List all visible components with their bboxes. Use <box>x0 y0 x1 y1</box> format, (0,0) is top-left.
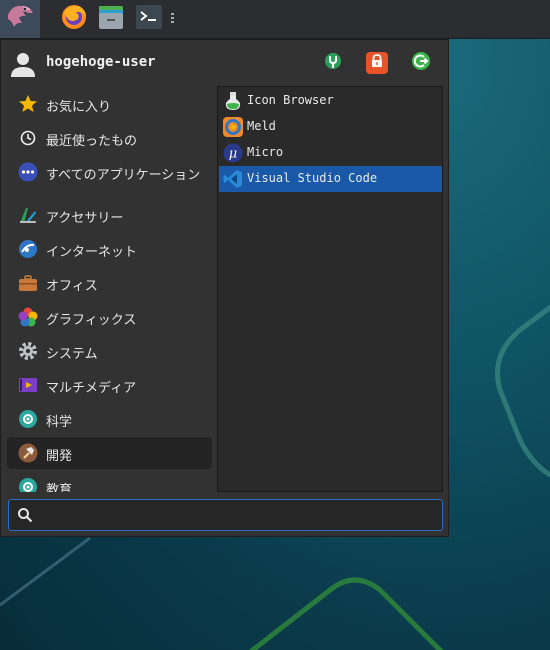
file-manager-launcher[interactable] <box>95 3 127 35</box>
logout-icon <box>411 51 431 75</box>
category-multimedia[interactable]: マルチメディア <box>7 369 212 401</box>
app-micro[interactable]: μ Micro <box>219 140 442 166</box>
micro-icon: μ <box>223 143 243 163</box>
whisker-menu-button[interactable] <box>0 0 40 38</box>
category-development[interactable]: 開発 <box>7 437 212 469</box>
app-icon-browser[interactable]: Icon Browser <box>219 88 442 114</box>
settings-button[interactable] <box>322 52 344 74</box>
category-graphics[interactable]: グラフィックス <box>7 301 212 333</box>
category-education[interactable]: 教育 <box>7 471 212 492</box>
category-science[interactable]: 科学 <box>7 403 212 435</box>
category-all-applications[interactable]: すべてのアプリケーション <box>7 156 212 188</box>
internet-icon <box>18 239 38 259</box>
user-header: hogehoge-user <box>1 40 448 86</box>
office-icon <box>18 273 38 293</box>
application-list: Icon Browser Meld μ Micro Visual Studio … <box>217 86 443 492</box>
panel-handle[interactable] <box>171 12 174 26</box>
clock-icon <box>18 128 38 148</box>
firefox-icon <box>60 3 88 35</box>
multimedia-icon <box>18 375 38 395</box>
logout-button[interactable] <box>410 52 432 74</box>
user-avatar-icon <box>10 51 36 77</box>
app-visual-studio-code[interactable]: Visual Studio Code <box>219 166 442 192</box>
development-icon <box>18 443 38 463</box>
file-manager-icon <box>97 3 125 35</box>
search-icon <box>17 507 33 523</box>
star-icon <box>18 94 38 114</box>
category-recent[interactable]: 最近使ったもの <box>7 122 212 154</box>
icon-browser-icon <box>223 91 243 111</box>
graphics-icon <box>18 307 38 327</box>
eagle-logo-icon <box>4 1 36 37</box>
more-icon <box>18 162 38 182</box>
search-field[interactable] <box>8 499 443 531</box>
terminal-launcher[interactable] <box>133 3 165 35</box>
user-name: hogehoge-user <box>46 54 156 70</box>
education-icon <box>18 477 38 492</box>
terminal-icon <box>135 3 163 35</box>
category-list: お気に入り 最近使ったもの すべてのアプリケーション アクセサリー インターネッ… <box>7 88 213 492</box>
lock-icon <box>369 53 385 73</box>
vscode-icon <box>223 169 243 189</box>
system-icon <box>18 341 38 361</box>
category-favorites[interactable]: お気に入り <box>7 88 212 120</box>
category-internet[interactable]: インターネット <box>7 233 212 265</box>
svg-text:μ: μ <box>229 147 237 162</box>
app-meld[interactable]: Meld <box>219 114 442 140</box>
application-menu: hogehoge-user お気に入り 最近使ったもの すべてのアプリケーション… <box>0 39 449 537</box>
top-panel <box>0 0 550 39</box>
accessories-icon <box>18 205 38 225</box>
science-icon <box>18 409 38 429</box>
search-input[interactable] <box>41 504 435 528</box>
category-accessories[interactable]: アクセサリー <box>7 199 212 231</box>
firefox-launcher[interactable] <box>58 3 90 35</box>
category-office[interactable]: オフィス <box>7 267 212 299</box>
lock-screen-button[interactable] <box>366 52 388 74</box>
settings-icon <box>323 51 343 75</box>
category-system[interactable]: システム <box>7 335 212 367</box>
meld-icon <box>223 117 243 137</box>
